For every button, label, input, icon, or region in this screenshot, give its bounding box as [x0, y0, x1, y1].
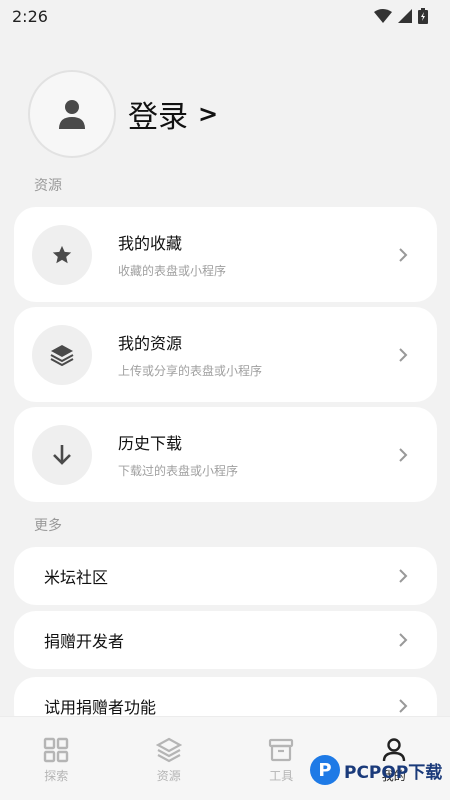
tab-label: 探索 [44, 769, 69, 783]
card-subtitle: 收藏的表盘或小程序 [118, 264, 227, 278]
community-item[interactable]: 米坛社区 [14, 547, 437, 605]
watermark-logo: P [310, 755, 340, 785]
star-icon [52, 245, 72, 263]
status-icons [374, 8, 428, 24]
avatar[interactable] [28, 70, 116, 158]
chevron-right-icon [399, 699, 408, 713]
section-label-more: 更多 [34, 518, 62, 534]
section-label-resources: 资源 [34, 178, 62, 194]
my-resources-card[interactable]: 我的资源 上传或分享的表盘或小程序 [14, 307, 437, 402]
download-arrow-icon [53, 444, 71, 465]
card-icon-bg [32, 224, 92, 285]
chevron-right-icon [399, 447, 408, 462]
card-icon-bg [32, 324, 92, 385]
card-title: 我的资源 [118, 334, 183, 353]
chevron-right-icon [399, 347, 408, 362]
chevron-right-icon [399, 633, 408, 647]
person-icon [59, 100, 85, 129]
login-arrow: > [198, 100, 219, 128]
profile-header[interactable]: 登录 > [28, 70, 218, 158]
card-title: 我的收藏 [118, 234, 183, 253]
tab-resources[interactable]: 资源 [113, 717, 226, 800]
wifi-icon [374, 9, 392, 23]
login-link[interactable]: 登录 > [128, 92, 218, 136]
grid-icon [44, 737, 69, 763]
login-label: 登录 [128, 100, 188, 135]
tab-label: 工具 [269, 769, 294, 783]
item-title: 捐赠开发者 [44, 632, 125, 651]
layers-icon [155, 737, 182, 763]
chevron-right-icon [399, 247, 408, 262]
card-subtitle: 下载过的表盘或小程序 [118, 464, 239, 478]
card-subtitle: 上传或分享的表盘或小程序 [118, 364, 263, 378]
download-history-card[interactable]: 历史下载 下载过的表盘或小程序 [14, 407, 437, 502]
signal-icon [398, 9, 412, 23]
watermark: P PCPOP下载 [310, 755, 442, 785]
battery-icon [418, 8, 428, 24]
toolbox-icon [269, 738, 294, 762]
tab-label: 资源 [156, 769, 181, 783]
status-time: 2:26 [12, 6, 48, 26]
donate-developer-item[interactable]: 捐赠开发者 [14, 611, 437, 669]
favorites-card[interactable]: 我的收藏 收藏的表盘或小程序 [14, 207, 437, 302]
chevron-right-icon [399, 569, 408, 583]
watermark-text: PCPOP下载 [344, 762, 443, 783]
status-bar: 2:26 [0, 0, 450, 32]
card-icon-bg [32, 424, 92, 485]
item-title: 米坛社区 [44, 568, 109, 587]
card-title: 历史下载 [118, 434, 183, 453]
item-title: 试用捐赠者功能 [44, 698, 157, 717]
tab-explore[interactable]: 探索 [0, 717, 113, 800]
layers-icon [50, 344, 74, 366]
